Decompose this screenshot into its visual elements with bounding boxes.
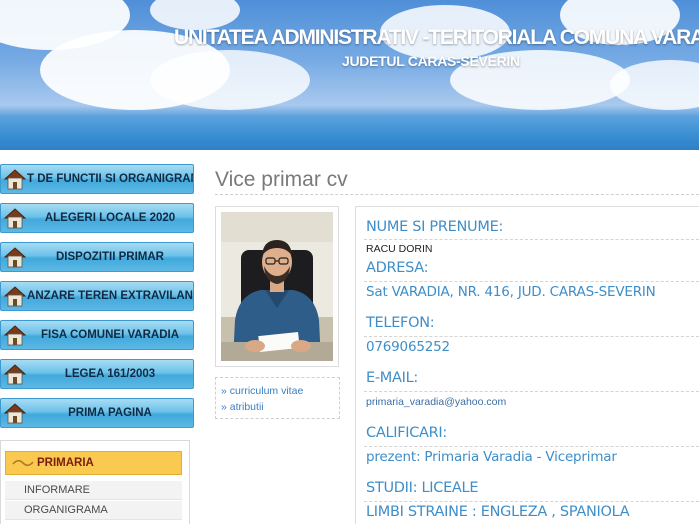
site-header: UNITATEA ADMINISTRATIV -TERITORIALA COMU… (0, 0, 699, 150)
profile-details: NUME SI PRENUME: RACU DORIN ADRESA: Sat … (355, 206, 699, 524)
side-link-organigrama[interactable]: ORGANIGRAMA (5, 501, 182, 520)
home-icon (3, 286, 27, 307)
profile-photo (221, 212, 333, 361)
atributii-link[interactable]: » atributii (221, 401, 264, 413)
home-icon (3, 325, 27, 346)
languages-label: LIMBI STRAINE : ENGLEZA , SPANIOLA (366, 504, 630, 520)
nav-item-label: PRIMA PAGINA (68, 407, 152, 419)
address-label: ADRESA: (366, 260, 429, 276)
primaria-menu: PRIMARIA INFORMARE ORGANIGRAMA (0, 440, 190, 524)
nav-item-alegeri[interactable]: ALEGERI LOCALE 2020 (0, 203, 194, 233)
nav-item-label: ALEGERI LOCALE 2020 (44, 212, 176, 224)
nav-item-label: FISA COMUNEI VARADIA (41, 329, 179, 341)
divider (364, 239, 699, 240)
home-icon (3, 208, 27, 229)
nav-item-functii[interactable]: T DE FUNCTII SI ORGANIGRAMA (0, 164, 194, 194)
header-band (0, 115, 699, 150)
name-label: NUME SI PRENUME: (366, 219, 504, 235)
side-link-informare[interactable]: INFORMARE (5, 481, 182, 500)
primaria-heading[interactable]: PRIMARIA (5, 451, 182, 475)
phone-label: TELEFON: (366, 315, 435, 331)
divider (364, 391, 699, 392)
email-label: E-MAIL: (366, 370, 418, 386)
nav-item-fisa[interactable]: FISA COMUNEI VARADIA (0, 320, 194, 350)
studies-label: STUDII: LICEALE (366, 480, 479, 496)
nav-item-legea[interactable]: LEGEA 161/2003 (0, 359, 194, 389)
nav-item-label: ANZARE TEREN EXTRAVILAN (27, 290, 193, 302)
home-icon (3, 169, 27, 190)
site-title: UNITATEA ADMINISTRATIV -TERITORIALA COMU… (174, 26, 699, 49)
nav-item-teren[interactable]: ANZARE TEREN EXTRAVILAN (0, 281, 194, 311)
side-link-label: ORGANIGRAMA (24, 504, 108, 516)
nav-item-label: DISPOZITII PRIMAR (56, 251, 164, 263)
home-icon (3, 403, 27, 424)
nav-item-label: T DE FUNCTII SI ORGANIGRAMA (27, 173, 193, 185)
divider (364, 446, 699, 447)
site-subtitle: JUDETUL CARAS-SEVERIN (342, 53, 520, 69)
qualifications-value: prezent: Primaria Varadia - Viceprimar (366, 449, 617, 465)
primaria-heading-label: PRIMARIA (37, 457, 94, 469)
divider (364, 281, 699, 282)
home-icon (3, 247, 27, 268)
qualifications-label: CALIFICARI: (366, 425, 447, 441)
cloud-decoration (150, 50, 310, 110)
nav-item-dispozitii[interactable]: DISPOZITII PRIMAR (0, 242, 194, 272)
nav-item-prima-pagina[interactable]: PRIMA PAGINA (0, 398, 194, 428)
profile-links: » curriculum vitae » atributii (215, 377, 340, 419)
side-link-label: INFORMARE (24, 484, 90, 496)
email-value[interactable]: primaria_varadia@yahoo.com (366, 396, 506, 408)
divider (364, 501, 699, 502)
profile-photo-frame (215, 206, 339, 367)
divider (215, 194, 699, 195)
address-value: Sat VARADIA, NR. 416, JUD. CARAS-SEVERIN (366, 284, 656, 300)
nav-item-label: LEGEA 161/2003 (64, 368, 156, 380)
phone-value: 0769065252 (366, 339, 450, 355)
home-icon (3, 364, 27, 385)
curriculum-vitae-link[interactable]: » curriculum vitae (221, 385, 303, 397)
page-title: Vice primar cv (215, 168, 348, 191)
name-value: RACU DORIN (366, 243, 433, 255)
cloud-decoration (610, 60, 699, 110)
divider (364, 336, 699, 337)
wave-icon (12, 459, 34, 467)
